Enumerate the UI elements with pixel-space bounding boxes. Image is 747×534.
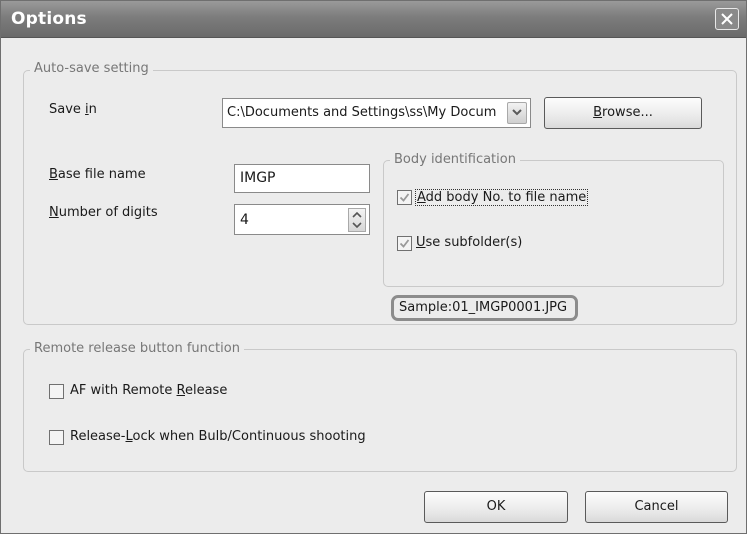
checkmark-icon (399, 239, 410, 248)
save-in-dropdown[interactable]: C:\Documents and Settings\ss\My Docum (222, 98, 531, 128)
remote-release-legend: Remote release button function (30, 341, 244, 356)
autosave-legend: Auto-save setting (30, 61, 153, 76)
cancel-button[interactable]: Cancel (585, 491, 728, 523)
spin-buttons[interactable] (348, 208, 366, 232)
af-remote-release-label[interactable]: AF with Remote Release (70, 383, 227, 398)
browse-button[interactable]: Browse... (544, 97, 702, 129)
dropdown-arrow-button[interactable] (507, 102, 527, 124)
af-remote-release-checkbox[interactable] (49, 384, 64, 399)
release-lock-checkbox[interactable] (49, 430, 64, 445)
number-of-digits-value: 4 (240, 212, 249, 228)
sample-filename-preview: Sample:01_IMGP0001.JPG (391, 295, 578, 321)
add-body-number-checkbox[interactable] (397, 190, 412, 205)
chevron-down-icon (512, 109, 522, 116)
save-in-value: C:\Documents and Settings\ss\My Docum (227, 105, 497, 120)
body-identification-legend: Body identification (390, 152, 520, 167)
title-bar: Options (1, 1, 746, 38)
options-dialog: Options Auto-save setting Save in C:\Doc… (0, 0, 747, 534)
use-subfolders-checkbox[interactable] (397, 236, 412, 251)
use-subfolders-label[interactable]: Use subfolder(s) (416, 235, 522, 250)
base-file-name-value: IMGP (240, 170, 276, 186)
release-lock-label[interactable]: Release-Lock when Bulb/Continuous shooti… (70, 429, 366, 444)
close-button[interactable] (715, 8, 739, 30)
window-title: Options (11, 9, 87, 29)
base-file-name-input[interactable]: IMGP (234, 164, 370, 193)
body-identification-group (383, 160, 724, 287)
checkmark-icon (399, 193, 410, 202)
number-of-digits-label: Number of digits (49, 205, 158, 220)
base-file-name-label: Base file name (49, 167, 146, 182)
ok-button[interactable]: OK (424, 491, 568, 523)
add-body-number-label[interactable]: Add body No. to file name (415, 189, 589, 206)
save-in-label: Save in (49, 102, 97, 117)
remote-release-group (23, 349, 737, 472)
sample-filename-text: Sample:01_IMGP0001.JPG (399, 300, 568, 315)
close-icon (721, 13, 733, 25)
spin-up-icon[interactable] (352, 212, 362, 218)
spin-down-icon[interactable] (352, 222, 362, 228)
number-of-digits-stepper[interactable]: 4 (234, 204, 370, 235)
